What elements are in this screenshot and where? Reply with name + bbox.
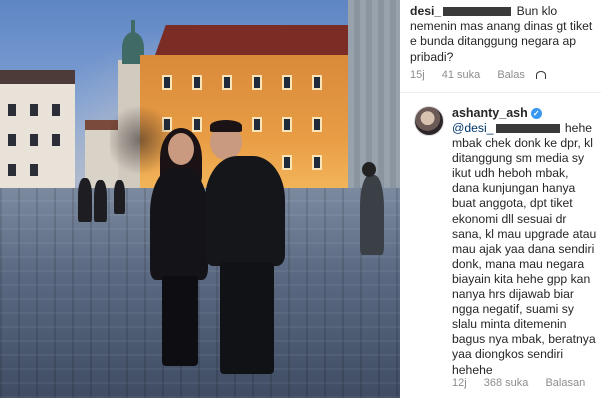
window [252,75,262,90]
pedestrian [78,178,92,222]
comment-meta-ashanty: 12j 368 suka Balasan [452,377,599,389]
tower-spire [131,20,135,36]
comment-text-ashanty: hehe mbak chek donk ke dpr, kl ditanggun… [452,121,597,377]
window [162,75,172,90]
window [30,164,38,176]
window [312,75,322,90]
man-legs [220,262,274,374]
window [8,134,16,146]
comment-likes[interactable]: 41 suka [442,69,481,81]
window [222,75,232,90]
man-hair [210,120,242,132]
reply-label: Balas [497,69,525,81]
window [312,117,322,132]
mention-wrap: @desi_ [452,121,562,135]
pedestrian [114,180,125,214]
window [30,134,38,146]
post-photo [0,0,400,398]
username-ashanty[interactable]: ashanty_ash ✓ [452,106,542,120]
pedestrian [94,180,107,222]
comment-desi: desi_ Bun klo nemenin mas anang dinas gt… [410,4,599,65]
window [8,164,16,176]
woman-coat [150,168,208,280]
window [282,75,292,90]
username-desi[interactable]: desi_ [410,4,441,18]
comment-likes[interactable]: 368 suka [484,377,529,389]
redacted-username [443,7,512,17]
window [282,117,292,132]
comment-text-desi: desi_ Bun klo nemenin mas anang dinas gt… [410,4,599,65]
window [30,104,38,116]
comment-time: 12j [452,377,467,389]
mention-desi[interactable]: @desi_ [452,121,494,135]
avatar-ashanty[interactable] [414,106,444,136]
window [52,134,60,146]
window [192,75,202,90]
comments-panel: desi_ Bun klo nemenin mas anang dinas gt… [400,0,601,398]
woman-legs [162,276,198,366]
man-jacket [205,156,285,266]
woman-face [168,133,194,165]
window [252,117,262,132]
pedestrian-walking [360,175,384,255]
comment-body-ashanty: @desi_ hehe mbak chek donk ke dpr, kl di… [452,121,598,378]
divider [400,92,601,93]
window [8,104,16,116]
verified-icon: ✓ [530,108,542,119]
cursor-icon [535,71,546,80]
window [312,155,322,170]
window [192,117,202,132]
pedestrian-head [362,162,376,177]
redacted-mention [495,124,560,134]
reply-button[interactable]: Balas [497,69,560,81]
window [282,155,292,170]
window [52,104,60,116]
username-ashanty-label: ashanty_ash [452,106,528,120]
building-left [0,70,75,190]
reply-button[interactable]: Balasan [545,377,585,389]
comment-meta-desi: 15j 41 suka Balas [410,69,574,81]
comment-time: 15j [410,69,425,81]
